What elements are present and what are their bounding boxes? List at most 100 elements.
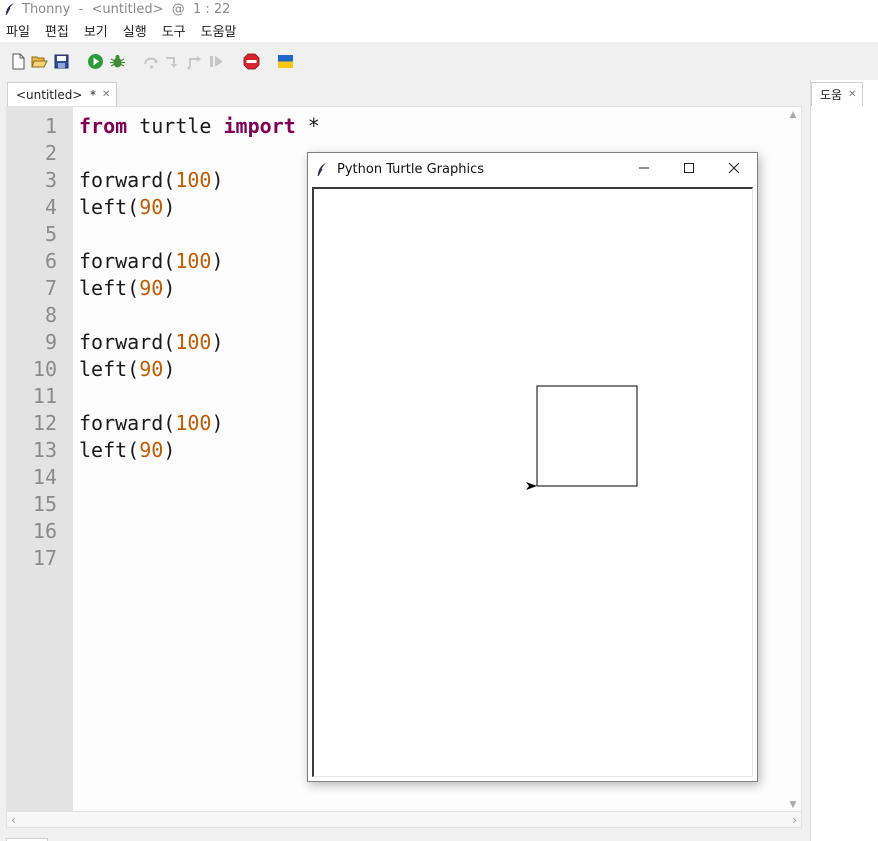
stop-icon[interactable] [243, 53, 260, 70]
code-token: left [79, 195, 128, 219]
code-token: * [295, 114, 320, 138]
line-number: 15 [32, 492, 57, 516]
menu-bar: 파일 편집 보기 실행 도구 도움말 [0, 18, 878, 42]
menu-help[interactable]: 도움말 [201, 21, 237, 40]
code-token: ( [127, 276, 140, 300]
code-token: left [79, 276, 128, 300]
code-line: forward(100) [79, 248, 224, 275]
close-button[interactable] [711, 153, 757, 183]
line-number: 4 [44, 195, 57, 219]
step-out-icon[interactable] [186, 53, 203, 70]
scroll-up-icon[interactable]: ▲ [787, 109, 799, 121]
code-token: 100 [175, 249, 212, 273]
code-token: ( [127, 438, 140, 462]
code-token: ( [127, 357, 140, 381]
line-number: 13 [32, 438, 57, 462]
line-number: 10 [32, 357, 57, 381]
code-token: forward [79, 330, 164, 354]
line-number: 8 [44, 303, 57, 327]
line-number: 16 [32, 519, 57, 543]
code-token: ( [127, 195, 140, 219]
close-icon[interactable]: ✕ [848, 89, 856, 100]
line-number: 3 [44, 168, 57, 192]
turtle-cursor [526, 482, 537, 490]
code-token: turtle [127, 114, 224, 138]
maximize-button[interactable] [666, 153, 712, 183]
minimize-icon [639, 167, 649, 169]
line-number: 5 [44, 222, 57, 246]
resume-icon[interactable] [208, 53, 225, 70]
menu-tools[interactable]: 도구 [162, 21, 186, 40]
open-file-icon[interactable] [31, 53, 48, 70]
code-token: 90 [139, 195, 164, 219]
bottom-panel-strip [0, 828, 808, 841]
turtle-drawing [526, 385, 638, 490]
debug-icon[interactable] [109, 53, 126, 70]
help-panel: 도움 ✕ [810, 80, 878, 841]
menu-run[interactable]: 실행 [123, 21, 147, 40]
app-title-bar: Thonny - <untitled> @ 1 : 22 [0, 0, 878, 18]
turtle-window-title-bar[interactable]: Python Turtle Graphics [308, 153, 757, 185]
code-token: forward [79, 168, 164, 192]
code-line: left(90) [79, 356, 175, 383]
code-token: ) [163, 357, 176, 381]
code-token: ) [163, 195, 176, 219]
horizontal-scrollbar[interactable]: ‹ › [7, 811, 801, 827]
close-icon[interactable]: ✕ [102, 89, 110, 100]
scroll-down-icon[interactable]: ▼ [787, 799, 799, 811]
save-icon[interactable] [53, 53, 70, 70]
code-line: left(90) [79, 194, 175, 221]
tab-untitled[interactable]: <untitled> * ✕ [7, 82, 118, 106]
close-icon [728, 162, 740, 174]
code-token: left [79, 438, 128, 462]
line-number: 2 [44, 141, 57, 165]
code-line: forward(100) [79, 167, 224, 194]
line-number-gutter: 1 2 3 4 5 6 7 8 9 10 11 12 13 14 15 16 17 [7, 107, 73, 812]
scroll-left-icon[interactable]: ‹ [11, 813, 16, 827]
vertical-scrollbar[interactable]: ▲ ▼ [787, 109, 799, 811]
step-into-icon[interactable] [164, 53, 181, 70]
drawn-square-path [536, 385, 638, 487]
turtle-canvas[interactable] [312, 187, 753, 777]
new-file-icon[interactable] [10, 53, 27, 70]
line-number: 1 [44, 114, 57, 138]
code-line: from turtle import * [79, 113, 320, 140]
code-line: forward(100) [79, 329, 224, 356]
code-token: 90 [139, 357, 164, 381]
menu-edit[interactable]: 편집 [45, 21, 69, 40]
tab-label: <untitled> * [16, 87, 97, 102]
ukraine-flag-icon[interactable] [277, 53, 294, 70]
thonny-feather-icon [5, 3, 14, 16]
code-token: 100 [175, 411, 212, 435]
code-token: ) [211, 411, 224, 435]
run-icon[interactable] [87, 53, 104, 70]
code-token: ) [211, 168, 224, 192]
code-token: 90 [139, 276, 164, 300]
code-token: ) [211, 330, 224, 354]
turtle-graphics-window[interactable]: Python Turtle Graphics [307, 152, 758, 782]
line-number: 6 [44, 249, 57, 273]
window-title: Thonny - <untitled> @ 1 : 22 [22, 1, 231, 17]
code-token: from [79, 114, 128, 138]
scroll-right-icon[interactable]: › [792, 813, 797, 827]
minimize-button[interactable] [621, 153, 667, 183]
code-line: left(90) [79, 437, 175, 464]
line-number: 14 [32, 465, 57, 489]
step-over-icon[interactable] [143, 53, 160, 70]
code-token: ) [211, 249, 224, 273]
tab-help[interactable]: 도움 ✕ [811, 82, 864, 106]
toolbar [0, 44, 878, 78]
line-number: 12 [32, 411, 57, 435]
menu-file[interactable]: 파일 [6, 21, 30, 40]
code-token: left [79, 357, 128, 381]
code-line: left(90) [79, 275, 175, 302]
menu-view[interactable]: 보기 [84, 21, 108, 40]
code-token: ( [163, 249, 176, 273]
feather-icon [317, 162, 326, 176]
line-number: 9 [44, 330, 57, 354]
line-number: 17 [32, 546, 57, 570]
code-token: forward [79, 249, 164, 273]
code-token: forward [79, 411, 164, 435]
code-token: 100 [175, 330, 212, 354]
code-line: forward(100) [79, 410, 224, 437]
